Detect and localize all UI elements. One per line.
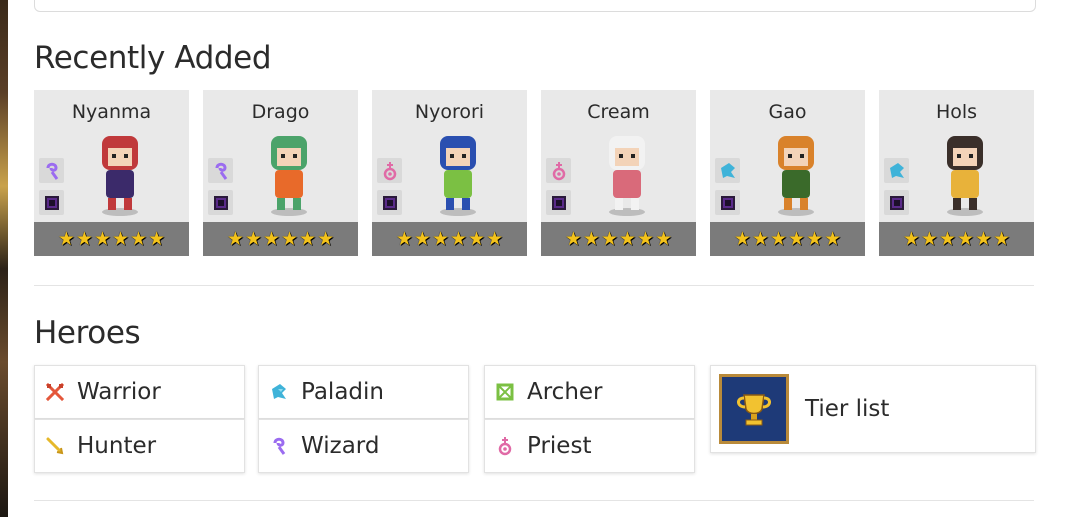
section-divider	[34, 285, 1034, 286]
star-icon: ★	[957, 227, 975, 250]
hero-card-drago[interactable]: Drago ★ ★ ★ ★ ★ ★	[203, 90, 358, 256]
wizard-icon	[39, 158, 64, 183]
role-warrior-button[interactable]: Warrior	[34, 365, 245, 419]
star-icon: ★	[112, 227, 130, 250]
hunter-icon	[43, 434, 67, 458]
wizard-icon	[208, 158, 233, 183]
star-icon: ★	[226, 227, 244, 250]
role-label: Paladin	[301, 379, 384, 405]
role-label: Warrior	[77, 379, 161, 405]
section-divider-bottom	[34, 500, 1034, 501]
star-icon: ★	[468, 227, 486, 250]
role-label: Hunter	[77, 433, 157, 459]
star-icon: ★	[751, 227, 769, 250]
star-icon: ★	[655, 227, 673, 250]
star-icon: ★	[244, 227, 262, 250]
archer-icon	[493, 380, 517, 404]
hero-name: Nyorori	[414, 101, 485, 123]
star-icon: ★	[299, 227, 317, 250]
star-rating: ★ ★ ★ ★ ★ ★	[372, 222, 527, 256]
paladin-icon	[715, 158, 740, 183]
hero-name: Cream	[587, 101, 650, 123]
star-icon: ★	[262, 227, 280, 250]
hero-portrait	[925, 126, 1005, 218]
tier-list-label: Tier list	[805, 396, 890, 422]
hero-portrait	[249, 126, 329, 218]
trophy-icon	[719, 374, 789, 444]
star-icon: ★	[431, 227, 449, 250]
role-priest-button[interactable]: Priest	[484, 419, 695, 473]
element-icon	[39, 190, 64, 215]
paladin-icon	[267, 380, 291, 404]
star-icon: ★	[769, 227, 787, 250]
hero-card-nyanma[interactable]: Nyanma ★ ★ ★ ★ ★ ★	[34, 90, 189, 256]
star-icon: ★	[902, 227, 920, 250]
star-icon: ★	[75, 227, 93, 250]
hero-portrait	[756, 126, 836, 218]
star-icon: ★	[975, 227, 993, 250]
star-icon: ★	[806, 227, 824, 250]
hero-name: Nyanma	[71, 101, 152, 123]
star-icon: ★	[733, 227, 751, 250]
hero-card-gao[interactable]: Gao ★ ★ ★ ★ ★ ★	[710, 90, 865, 256]
hero-name: Drago	[251, 101, 310, 123]
star-rating: ★ ★ ★ ★ ★ ★	[203, 222, 358, 256]
star-icon: ★	[993, 227, 1011, 250]
element-icon	[208, 190, 233, 215]
element-icon	[884, 190, 909, 215]
star-icon: ★	[317, 227, 335, 250]
star-rating: ★ ★ ★ ★ ★ ★	[879, 222, 1034, 256]
role-wizard-button[interactable]: Wizard	[258, 419, 469, 473]
element-icon	[377, 190, 402, 215]
star-rating: ★ ★ ★ ★ ★ ★	[541, 222, 696, 256]
heroes-title: Heroes	[34, 315, 141, 351]
top-panel	[34, 0, 1036, 12]
star-icon: ★	[920, 227, 938, 250]
paladin-icon	[884, 158, 909, 183]
star-icon: ★	[450, 227, 468, 250]
role-archer-button[interactable]: Archer	[484, 365, 695, 419]
background-image-edge	[0, 0, 8, 517]
star-rating: ★ ★ ★ ★ ★ ★	[710, 222, 865, 256]
star-icon: ★	[619, 227, 637, 250]
star-icon: ★	[395, 227, 413, 250]
element-icon	[546, 190, 571, 215]
star-icon: ★	[788, 227, 806, 250]
role-hunter-button[interactable]: Hunter	[34, 419, 245, 473]
role-label: Priest	[527, 433, 592, 459]
element-icon	[715, 190, 740, 215]
role-label: Archer	[527, 379, 603, 405]
hero-name: Hols	[935, 101, 978, 123]
priest-icon	[493, 434, 517, 458]
star-icon: ★	[57, 227, 75, 250]
wizard-icon	[267, 434, 291, 458]
hero-portrait	[587, 126, 667, 218]
hero-name: Gao	[768, 101, 807, 123]
hero-card-cream[interactable]: Cream ★ ★ ★ ★ ★ ★	[541, 90, 696, 256]
star-icon: ★	[564, 227, 582, 250]
priest-icon	[377, 158, 402, 183]
tier-list-button[interactable]: Tier list	[710, 365, 1036, 453]
star-icon: ★	[582, 227, 600, 250]
priest-icon	[546, 158, 571, 183]
warrior-icon	[43, 380, 67, 404]
role-paladin-button[interactable]: Paladin	[258, 365, 469, 419]
hero-card-nyorori[interactable]: Nyorori ★ ★ ★ ★ ★ ★	[372, 90, 527, 256]
star-icon: ★	[130, 227, 148, 250]
role-label: Wizard	[301, 433, 380, 459]
star-icon: ★	[824, 227, 842, 250]
hero-portrait	[418, 126, 498, 218]
star-icon: ★	[938, 227, 956, 250]
star-icon: ★	[637, 227, 655, 250]
star-icon: ★	[413, 227, 431, 250]
hero-portrait	[80, 126, 160, 218]
star-icon: ★	[486, 227, 504, 250]
star-icon: ★	[600, 227, 618, 250]
star-icon: ★	[93, 227, 111, 250]
star-rating: ★ ★ ★ ★ ★ ★	[34, 222, 189, 256]
star-icon: ★	[148, 227, 166, 250]
star-icon: ★	[281, 227, 299, 250]
hero-card-hols[interactable]: Hols ★ ★ ★ ★ ★ ★	[879, 90, 1034, 256]
recently-added-title: Recently Added	[34, 40, 272, 76]
